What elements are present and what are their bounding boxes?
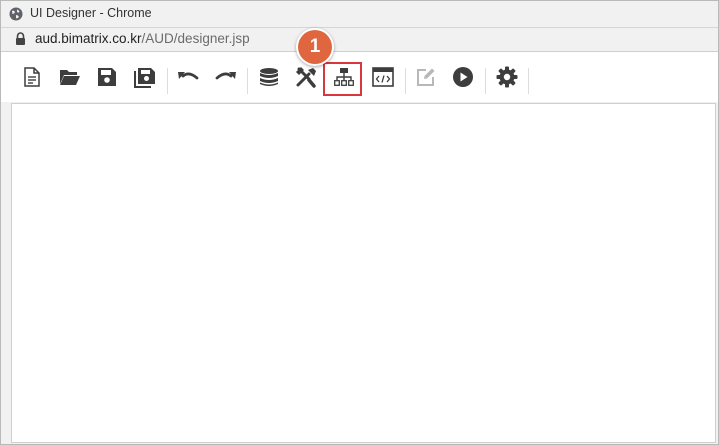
open-folder-icon <box>59 68 81 86</box>
script-editor-button[interactable] <box>370 64 396 90</box>
new-file-button[interactable] <box>19 64 45 90</box>
design-canvas[interactable] <box>11 103 716 443</box>
undo-button[interactable] <box>175 64 201 90</box>
new-file-icon <box>23 67 41 87</box>
globe-icon <box>9 7 23 21</box>
open-button[interactable] <box>57 64 83 90</box>
save-all-icon <box>134 67 156 88</box>
tools-button[interactable] <box>293 64 319 90</box>
highlight-box <box>323 62 362 96</box>
redo-button[interactable] <box>213 64 239 90</box>
title-bar: UI Designer - Chrome <box>1 1 718 28</box>
url-text[interactable]: aud.bimatrix.co.kr/AUD/designer.jsp <box>35 31 250 46</box>
undo-icon <box>177 69 199 85</box>
edit-icon <box>416 67 436 87</box>
database-icon <box>259 67 279 87</box>
save-button[interactable] <box>94 64 120 90</box>
lock-icon <box>15 32 26 45</box>
script-editor-icon <box>372 67 394 87</box>
settings-icon <box>496 66 518 88</box>
settings-button[interactable] <box>494 64 520 90</box>
run-button[interactable] <box>450 64 476 90</box>
toolbar-separator <box>405 68 406 94</box>
address-bar[interactable]: aud.bimatrix.co.kr/AUD/designer.jsp <box>1 28 718 52</box>
url-domain: aud.bimatrix.co.kr <box>35 31 142 46</box>
save-icon <box>97 67 117 87</box>
toolbar-separator <box>247 68 248 94</box>
designer-toolbar <box>1 52 718 102</box>
window-title: UI Designer - Chrome <box>30 6 152 20</box>
edit-button[interactable] <box>413 64 439 90</box>
save-all-button[interactable] <box>132 64 158 90</box>
tools-icon <box>295 66 317 88</box>
url-path: /AUD/designer.jsp <box>141 31 250 46</box>
datasource-button[interactable] <box>256 64 282 90</box>
play-icon <box>452 66 474 88</box>
browser-window: UI Designer - Chrome aud.bimatrix.co.kr/… <box>0 0 719 445</box>
step-badge: 1 <box>298 30 332 64</box>
toolbar-separator <box>167 68 168 94</box>
toolbar-separator <box>485 68 486 94</box>
redo-icon <box>215 69 237 85</box>
toolbar-separator <box>528 68 529 94</box>
